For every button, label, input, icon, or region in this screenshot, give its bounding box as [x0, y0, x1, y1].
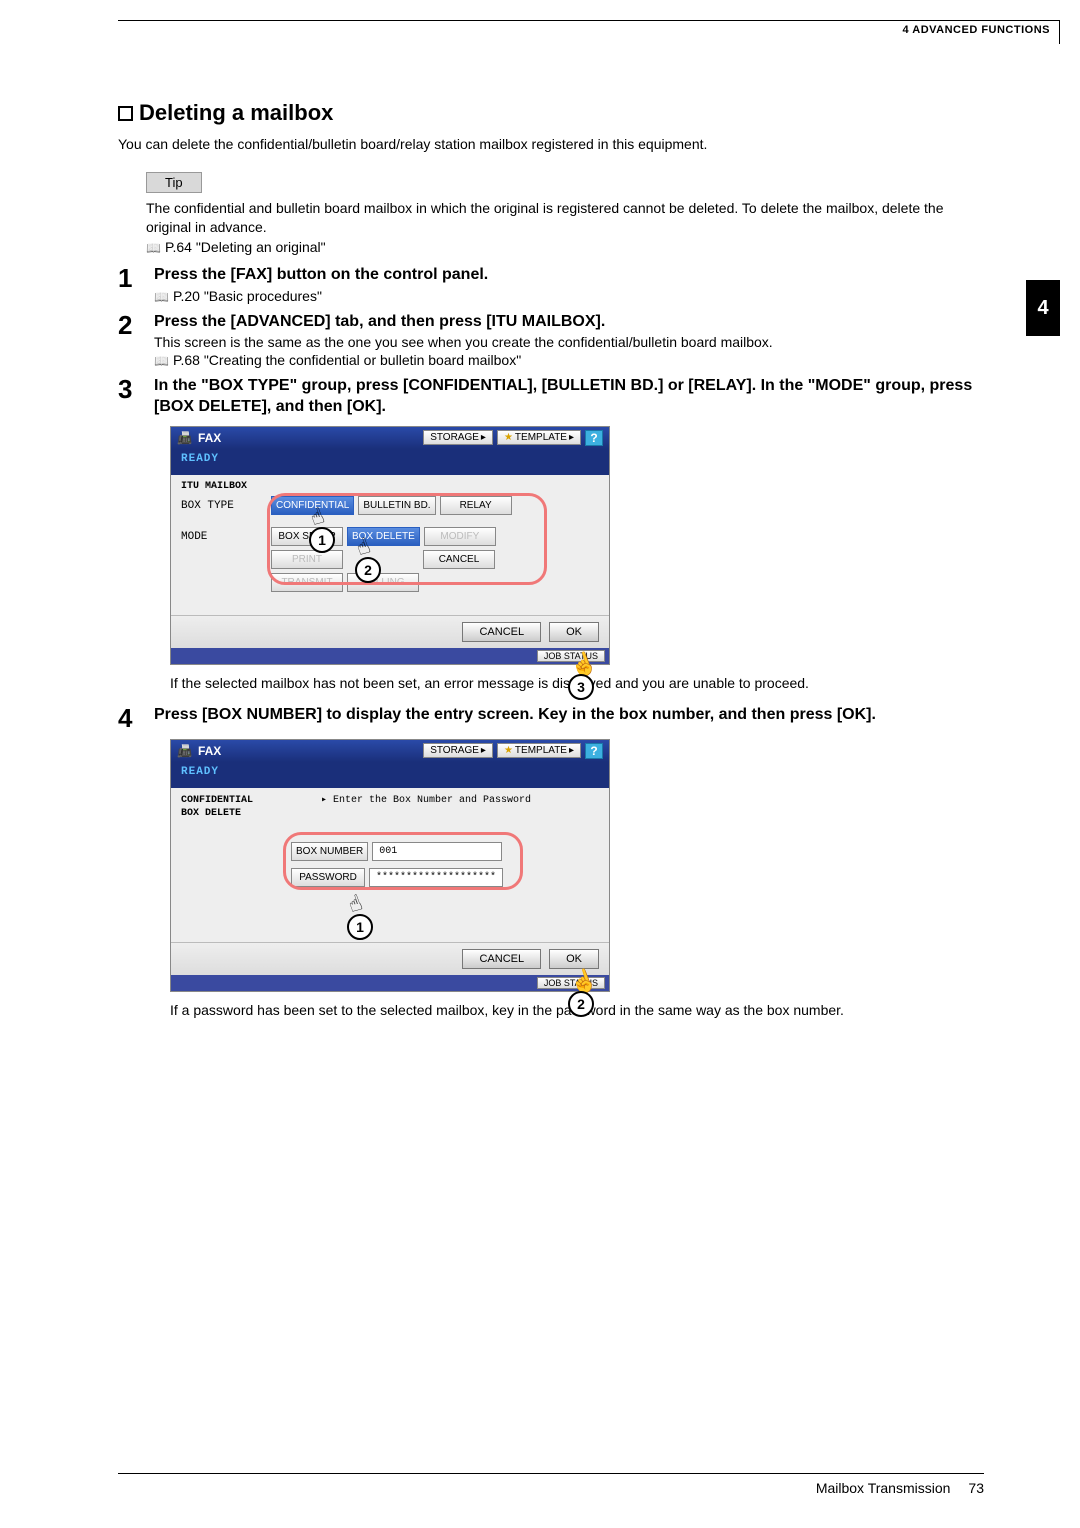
- section-title: Deleting a mailbox: [118, 100, 984, 126]
- step-number: 2: [118, 312, 144, 369]
- footer-page-number: 73: [968, 1480, 984, 1496]
- step-number: 1: [118, 265, 144, 304]
- intro-text: You can delete the confidential/bulletin…: [118, 136, 984, 152]
- modify-button[interactable]: MODIFY: [424, 527, 496, 546]
- star-icon: ★: [504, 432, 513, 443]
- step-title: Press the [ADVANCED] tab, and then press…: [154, 312, 984, 333]
- conf-label: CONFIDENTIAL: [181, 795, 253, 806]
- tip-reference-link[interactable]: P.64 "Deleting an original": [146, 239, 984, 255]
- template-label: TEMPLATE: [515, 432, 567, 443]
- ready-status: READY: [171, 449, 609, 475]
- callout-2: 2: [355, 557, 381, 583]
- password-value: ********************: [369, 868, 503, 887]
- step-reference-link[interactable]: P.68 "Creating the confidential or bulle…: [154, 352, 984, 368]
- callout-1: 1: [347, 914, 373, 940]
- print-button[interactable]: PRINT: [271, 550, 343, 569]
- step-subtext: This screen is the same as the one you s…: [154, 334, 984, 350]
- storage-label: STORAGE: [430, 432, 479, 443]
- panel-app-title: FAX: [198, 431, 221, 445]
- mode-label: MODE: [181, 527, 271, 543]
- box-type-label: BOX TYPE: [181, 496, 271, 512]
- box-number-button[interactable]: BOX NUMBER: [291, 842, 368, 861]
- template-button[interactable]: ★TEMPLATE ▸: [497, 743, 581, 758]
- help-button[interactable]: ?: [585, 430, 603, 446]
- transmit-button[interactable]: TRANSMIT: [271, 573, 343, 592]
- ok-button[interactable]: OK: [549, 622, 599, 642]
- fax-icon: 📠: [177, 744, 192, 758]
- cancel-button[interactable]: CANCEL: [462, 622, 541, 642]
- callout-3: 3: [568, 674, 594, 700]
- fax-icon: 📠: [177, 431, 192, 445]
- star-icon: ★: [504, 745, 513, 756]
- cancel-button[interactable]: CANCEL: [462, 949, 541, 969]
- tip-text: The confidential and bulletin board mail…: [146, 199, 984, 237]
- template-label: TEMPLATE: [515, 745, 567, 756]
- storage-button[interactable]: STORAGE ▸: [423, 430, 493, 445]
- panel-app-title: FAX: [198, 744, 221, 758]
- itu-mailbox-label: ITU MAILBOX: [181, 481, 599, 492]
- cancel-small-button[interactable]: CANCEL: [423, 550, 495, 569]
- ready-status: READY: [171, 762, 609, 788]
- step-title: In the "BOX TYPE" group, press [CONFIDEN…: [154, 376, 984, 418]
- storage-button[interactable]: STORAGE ▸: [423, 743, 493, 758]
- section-title-text: Deleting a mailbox: [139, 100, 333, 126]
- storage-label: STORAGE: [430, 745, 479, 756]
- callout-1: 1: [309, 527, 335, 553]
- square-bullet-icon: [118, 106, 133, 121]
- bulletin-bd-button[interactable]: BULLETIN BD.: [358, 496, 435, 515]
- chapter-header: 4 ADVANCED FUNCTIONS: [902, 24, 1050, 36]
- footer-title: Mailbox Transmission: [816, 1480, 951, 1496]
- screenshot-panel-1: 📠 FAX STORAGE ▸ ★TEMPLATE ▸ ? READY ITU …: [170, 426, 984, 665]
- relay-button[interactable]: RELAY: [440, 496, 512, 515]
- callout-2: 2: [568, 991, 594, 1017]
- boxdelete-label: BOX DELETE: [181, 808, 241, 819]
- step-number: 4: [118, 705, 144, 731]
- screenshot-panel-2: 📠 FAX STORAGE ▸ ★TEMPLATE ▸ ? READY CONF…: [170, 739, 984, 992]
- box-number-value: 001: [372, 842, 502, 861]
- help-button[interactable]: ?: [585, 743, 603, 759]
- step-number: 3: [118, 376, 144, 418]
- tip-label: Tip: [146, 172, 202, 193]
- step-title: Press the [FAX] button on the control pa…: [154, 265, 984, 286]
- template-button[interactable]: ★TEMPLATE ▸: [497, 430, 581, 445]
- chapter-side-tab: 4: [1026, 280, 1060, 336]
- step-reference-link[interactable]: P.20 "Basic procedures": [154, 288, 984, 304]
- step-title: Press [BOX NUMBER] to display the entry …: [154, 705, 984, 726]
- password-button[interactable]: PASSWORD: [291, 868, 365, 887]
- enter-instruction: ▸ Enter the Box Number and Password: [321, 794, 531, 806]
